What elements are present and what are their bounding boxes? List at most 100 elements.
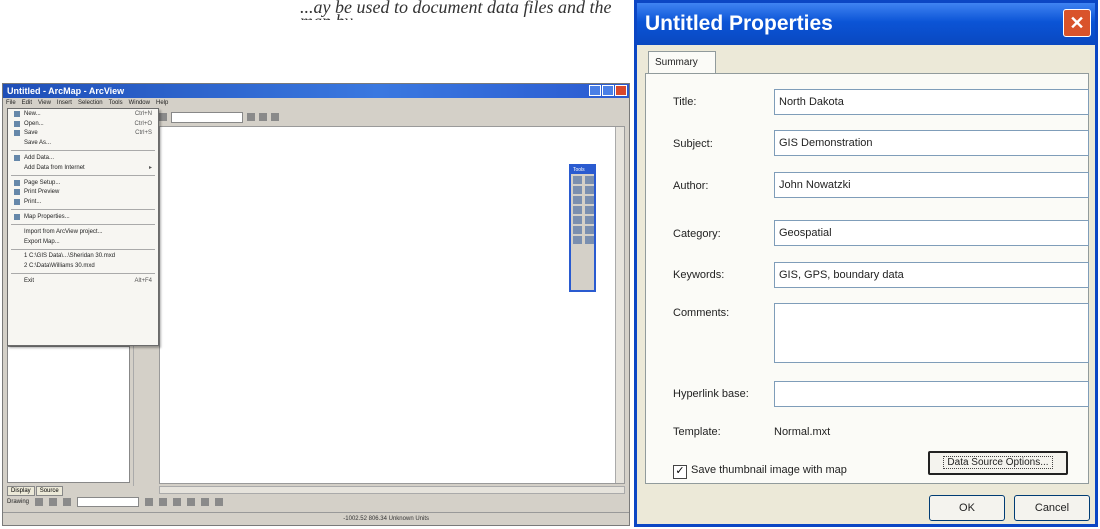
menu-tools[interactable]: Tools bbox=[109, 98, 123, 108]
scale-combo[interactable] bbox=[171, 111, 243, 123]
menu-separator bbox=[11, 273, 155, 275]
status-bar: -1002.52 806.34 Unknown Units bbox=[3, 512, 629, 524]
font-combo[interactable] bbox=[77, 497, 140, 507]
menu-item-open[interactable]: Open... Ctrl+O bbox=[8, 119, 158, 129]
find-icon[interactable] bbox=[585, 226, 594, 234]
menu-item-add-data[interactable]: Add Data... bbox=[8, 153, 158, 163]
back-extent-icon[interactable] bbox=[573, 206, 582, 214]
ok-button[interactable]: OK bbox=[929, 495, 1005, 521]
dialog-title-bar[interactable]: Untitled Properties ✕ bbox=[637, 3, 1095, 45]
template-value: Normal.mxt bbox=[774, 426, 831, 438]
comments-label: Comments: bbox=[673, 307, 730, 319]
menu-item-print[interactable]: Print... bbox=[8, 197, 158, 207]
underline-icon[interactable] bbox=[173, 498, 182, 506]
fill-color-icon[interactable] bbox=[201, 498, 210, 506]
summary-panel: Title: North Dakota Subject: GIS Demonst… bbox=[645, 73, 1089, 484]
category-field[interactable]: Geospatial bbox=[774, 220, 1089, 246]
menu-item-map-properties[interactable]: Map Properties... bbox=[8, 212, 158, 222]
minimize-button[interactable] bbox=[589, 85, 601, 96]
comments-field[interactable] bbox=[774, 303, 1089, 363]
arcmap-title-bar[interactable]: Untitled - ArcMap - ArcView bbox=[3, 84, 629, 98]
tab-source[interactable]: Source bbox=[35, 486, 63, 496]
drawing-menu[interactable]: Drawing bbox=[7, 499, 29, 505]
submenu-arrow-icon: ▸ bbox=[148, 165, 152, 172]
save-thumbnail-label[interactable]: Save thumbnail image with map bbox=[691, 464, 847, 476]
menu-item-new[interactable]: New... Ctrl+N bbox=[8, 109, 158, 119]
whats-this-icon[interactable] bbox=[271, 113, 279, 121]
menu-edit[interactable]: Edit bbox=[22, 98, 32, 108]
fixed-zoom-in-icon[interactable] bbox=[573, 186, 582, 194]
table-of-contents[interactable] bbox=[7, 346, 130, 483]
italic-icon[interactable] bbox=[159, 498, 168, 506]
standard-toolbar bbox=[159, 111, 349, 123]
menu-help[interactable]: Help bbox=[156, 98, 168, 108]
fixed-zoom-out-icon[interactable] bbox=[585, 186, 594, 194]
menu-item-label: Print Preview bbox=[24, 189, 60, 196]
zoom-out-icon[interactable] bbox=[585, 176, 594, 184]
menu-view[interactable]: View bbox=[38, 98, 51, 108]
line-color-icon[interactable] bbox=[215, 498, 224, 506]
menu-item-save[interactable]: Save Ctrl+S bbox=[8, 129, 158, 139]
template-label: Template: bbox=[673, 426, 721, 438]
menu-item-label: Print... bbox=[24, 199, 42, 206]
maximize-button[interactable] bbox=[602, 85, 614, 96]
tab-summary[interactable]: Summary bbox=[648, 51, 716, 73]
close-icon[interactable]: ✕ bbox=[1063, 9, 1091, 37]
menu-item-import[interactable]: Import from ArcView project... bbox=[8, 227, 158, 237]
menu-file[interactable]: File bbox=[6, 98, 16, 108]
menu-item-page-setup[interactable]: Page Setup... bbox=[8, 178, 158, 188]
editor-icon[interactable] bbox=[247, 113, 255, 121]
vertical-scrollbar[interactable] bbox=[615, 127, 624, 483]
author-field[interactable]: John Nowatzki bbox=[774, 172, 1089, 198]
measure-icon[interactable] bbox=[573, 236, 582, 244]
menu-separator bbox=[11, 209, 155, 211]
identify-icon[interactable] bbox=[573, 226, 582, 234]
close-button[interactable] bbox=[615, 85, 627, 96]
menu-item-add-data-internet[interactable]: Add Data from Internet ▸ bbox=[8, 163, 158, 173]
add-data-icon[interactable] bbox=[159, 113, 167, 121]
menu-item-label: Open... bbox=[24, 120, 44, 127]
menu-item-shortcut: Ctrl+O bbox=[134, 120, 152, 127]
text-icon[interactable] bbox=[63, 498, 72, 506]
subject-field[interactable]: GIS Demonstration bbox=[774, 130, 1089, 156]
save-thumbnail-checkbox[interactable]: ✓ bbox=[673, 465, 687, 479]
menu-window[interactable]: Window bbox=[129, 98, 150, 108]
select-features-icon[interactable] bbox=[573, 216, 582, 224]
full-extent-icon[interactable] bbox=[585, 196, 594, 204]
data-source-options-button[interactable]: Data Source Options... bbox=[928, 451, 1068, 475]
select-elements-icon[interactable] bbox=[35, 498, 44, 506]
menu-item-recent-1[interactable]: 1 C:\GIS Data\...\Sheridan 30.mxd bbox=[8, 252, 158, 262]
subject-label: Subject: bbox=[673, 138, 713, 150]
keywords-field[interactable]: GIS, GPS, boundary data bbox=[774, 262, 1089, 288]
title-label: Title: bbox=[673, 96, 697, 108]
forward-extent-icon[interactable] bbox=[585, 206, 594, 214]
hyperlink-base-field[interactable] bbox=[774, 381, 1089, 407]
add-data-icon bbox=[14, 155, 20, 162]
horizontal-scrollbar[interactable] bbox=[159, 486, 625, 494]
map-canvas[interactable] bbox=[159, 126, 625, 484]
open-icon bbox=[14, 120, 20, 127]
zoom-in-icon[interactable] bbox=[573, 176, 582, 184]
menu-item-export-map[interactable]: Export Map... bbox=[8, 237, 158, 247]
tab-display[interactable]: Display bbox=[7, 486, 35, 496]
title-field[interactable]: North Dakota bbox=[774, 89, 1089, 115]
hyperlink-icon[interactable] bbox=[585, 236, 594, 244]
menu-bar: File Edit View Insert Selection Tools Wi… bbox=[3, 98, 629, 108]
bold-icon[interactable] bbox=[145, 498, 154, 506]
menu-item-recent-2[interactable]: 2 C:\Data\Williams 30.mxd bbox=[8, 261, 158, 271]
pan-icon[interactable] bbox=[573, 196, 582, 204]
menu-item-save-as[interactable]: Save As... bbox=[8, 138, 158, 148]
menu-item-print-preview[interactable]: Print Preview bbox=[8, 188, 158, 198]
drawing-toolbar: Drawing bbox=[3, 496, 629, 508]
cancel-button[interactable]: Cancel bbox=[1014, 495, 1090, 521]
menu-item-exit[interactable]: Exit Alt+F4 bbox=[8, 276, 158, 286]
arcmap-title: Untitled - ArcMap - ArcView bbox=[7, 86, 125, 96]
menu-selection[interactable]: Selection bbox=[78, 98, 103, 108]
menu-separator bbox=[11, 174, 155, 176]
rectangle-icon[interactable] bbox=[49, 498, 58, 506]
select-elements-icon[interactable] bbox=[585, 216, 594, 224]
font-color-icon[interactable] bbox=[187, 498, 196, 506]
tools-toolbar-title[interactable]: Tools bbox=[571, 166, 594, 174]
arc-toolbox-icon[interactable] bbox=[259, 113, 267, 121]
menu-insert[interactable]: Insert bbox=[57, 98, 72, 108]
